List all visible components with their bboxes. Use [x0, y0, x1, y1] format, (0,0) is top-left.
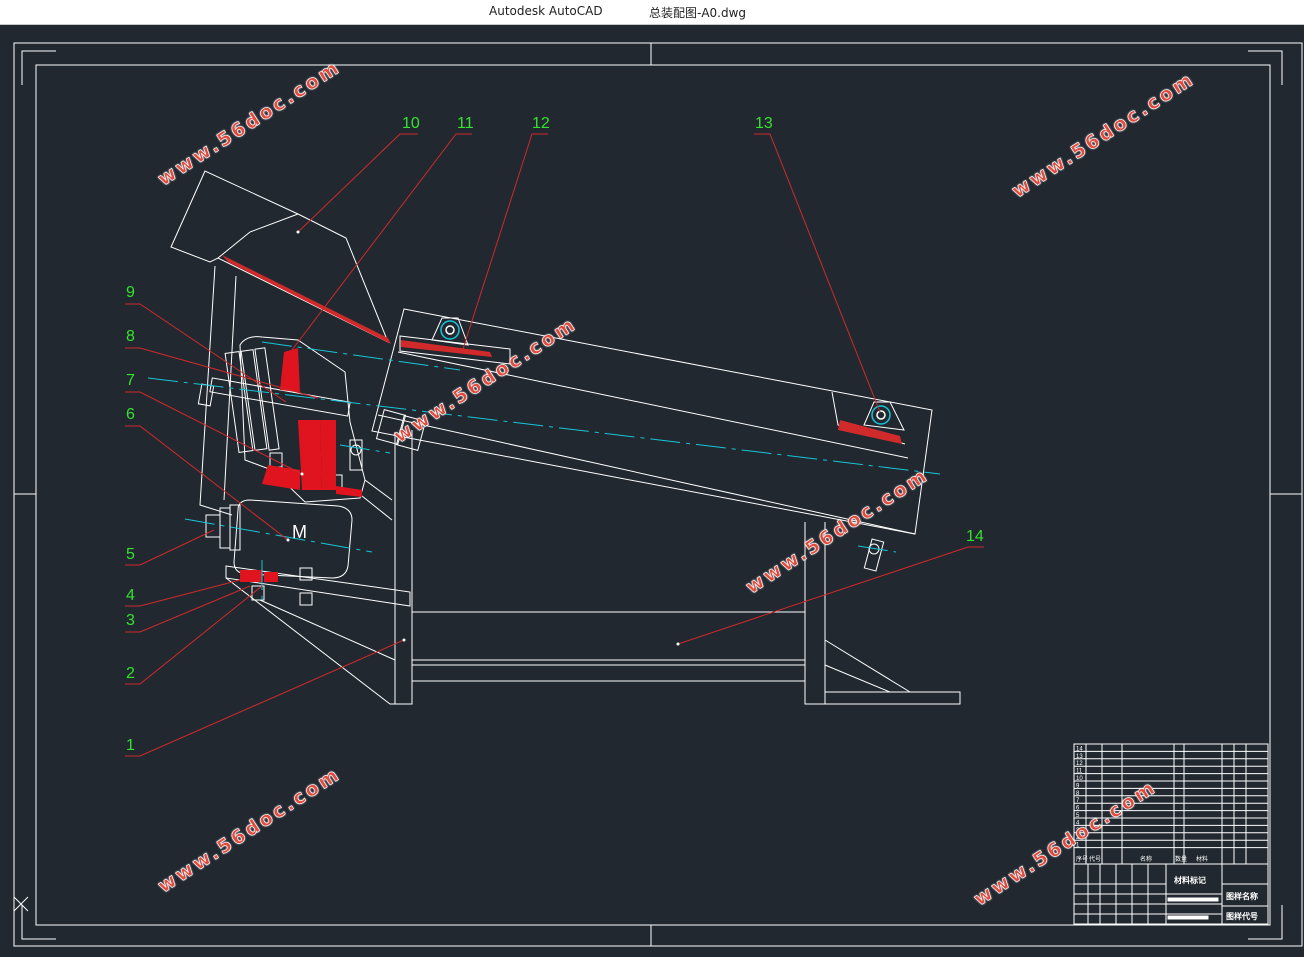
part-label-1: 1 — [126, 737, 135, 754]
part-label-10: 10 — [402, 115, 420, 132]
part-label-3: 3 — [126, 612, 135, 629]
header-cell-material: 材料 — [1196, 855, 1208, 863]
parts-row-number: 12 — [1076, 761, 1083, 767]
part-label-7: 7 — [126, 372, 135, 389]
header-cell-code: 代号 — [1089, 855, 1101, 863]
header-cell-name: 名称 — [1140, 855, 1152, 863]
part-label-5: 5 — [126, 546, 135, 563]
header-cell-index: 序号 — [1076, 855, 1088, 863]
parts-row-number: 14 — [1076, 746, 1083, 752]
part-label-11: 11 — [457, 115, 474, 132]
part-label-8: 8 — [126, 328, 135, 345]
part-label-9: 9 — [126, 284, 135, 301]
app-name: Autodesk AutoCAD — [489, 4, 603, 18]
parts-row-number: 13 — [1076, 754, 1083, 760]
drawing-code: 图样代号 — [1226, 911, 1258, 921]
drawing-name: 图样名称 — [1226, 891, 1258, 901]
part-label-2: 2 — [126, 665, 135, 682]
part-label-4: 4 — [126, 587, 135, 604]
material-mark: 材料标记 — [1174, 875, 1206, 885]
header-cell-qty: 数量 — [1175, 855, 1187, 863]
part-label-13: 13 — [755, 115, 773, 132]
document-name: 总装配图-A0.dwg — [649, 6, 747, 20]
machine-assembly — [170, 170, 961, 705]
ucs-icon — [13, 896, 29, 912]
parts-row-number: 11 — [1076, 769, 1083, 775]
title-bar: Autodesk AutoCAD 总装配图-A0.dwg — [0, 0, 1304, 25]
title-block-text: 材料标记 图样名称 图样代号 序号 代号 名称 数量 材料 14 1312 1110… — [1076, 746, 1258, 921]
part-label-14: 14 — [966, 528, 984, 545]
part-label-6: 6 — [126, 406, 135, 423]
motor-symbol: M — [292, 522, 307, 542]
parts-row-number: 10 — [1076, 776, 1083, 782]
part-label-12: 12 — [532, 115, 550, 132]
drawing-canvas[interactable]: 1 2 3 4 5 6 7 8 9 10 11 12 13 14 M 材料标记 … — [0, 24, 1304, 957]
section-hatching — [222, 255, 902, 582]
